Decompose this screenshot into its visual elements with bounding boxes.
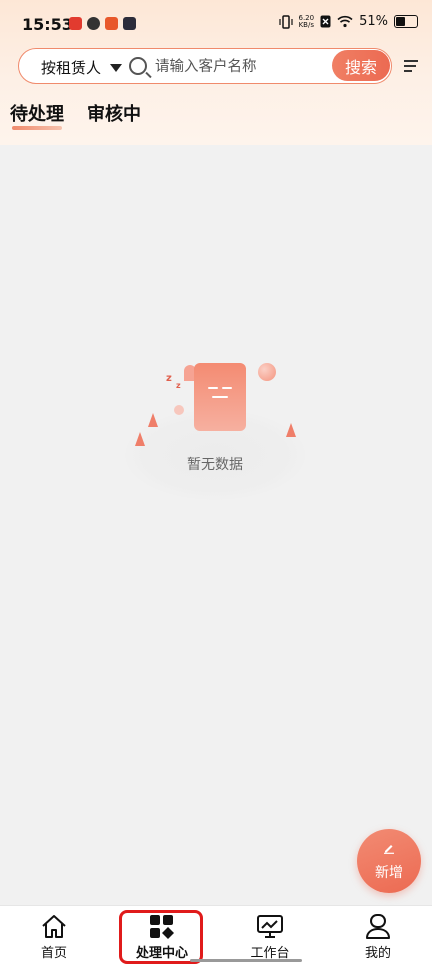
tree-icon	[135, 432, 145, 446]
home-indicator[interactable]	[190, 959, 302, 962]
add-new-button[interactable]: 新增	[357, 829, 421, 893]
empty-state: z z 暂无数据	[120, 355, 320, 515]
vibrate-icon	[278, 14, 293, 29]
decor-ball-icon	[174, 405, 184, 415]
nav-label: 首页	[40, 946, 67, 961]
search-icon	[129, 57, 147, 75]
nav-item-workbench[interactable]: 工作台	[216, 906, 324, 965]
notification-app-icon	[105, 17, 118, 30]
battery-percent: 51%	[359, 14, 388, 29]
sleep-z-icon: z	[166, 373, 172, 384]
nav-item-home[interactable]: 首页	[0, 906, 108, 965]
empty-document-icon	[194, 363, 246, 431]
no-sim-icon	[320, 15, 331, 28]
wifi-icon	[337, 15, 353, 28]
nav-item-mine[interactable]: 我的	[324, 906, 432, 965]
notification-app-icon	[123, 17, 136, 30]
user-icon	[366, 914, 390, 939]
filter-icon[interactable]	[404, 60, 418, 74]
sleep-z-icon: z	[176, 381, 181, 390]
battery-icon	[394, 15, 418, 28]
add-new-label: 新增	[375, 865, 403, 881]
search-input[interactable]	[153, 54, 337, 80]
notification-app-icon	[87, 17, 100, 30]
status-bar: 15:53 6.20 KB/s 51%	[0, 0, 432, 48]
tree-icon	[148, 413, 158, 427]
search-scope-dropdown[interactable]: 按租赁人	[41, 57, 123, 78]
bottom-nav: 首页 处理中心 工作台 我的	[0, 905, 432, 965]
home-icon	[42, 915, 66, 938]
status-time: 15:53	[22, 15, 73, 34]
tab-under-review[interactable]: 审核中	[87, 100, 141, 126]
search-button[interactable]: 搜索	[332, 50, 390, 81]
search-bar: 按租赁人 搜索	[18, 48, 392, 84]
notification-app-icon	[69, 17, 82, 30]
highlight-box	[119, 910, 203, 964]
empty-state-text: 暂无数据	[187, 457, 243, 473]
tree-icon	[286, 423, 296, 437]
search-scope-label: 按租赁人	[41, 59, 102, 77]
edit-pen-icon	[384, 845, 394, 854]
monitor-chart-icon	[257, 915, 283, 938]
tab-pending[interactable]: 待处理	[10, 100, 64, 130]
nav-label: 我的	[364, 946, 391, 961]
decor-ball-icon	[258, 363, 276, 381]
network-speed: 6.20 KB/s	[298, 13, 315, 29]
dropdown-triangle-icon	[110, 63, 123, 72]
